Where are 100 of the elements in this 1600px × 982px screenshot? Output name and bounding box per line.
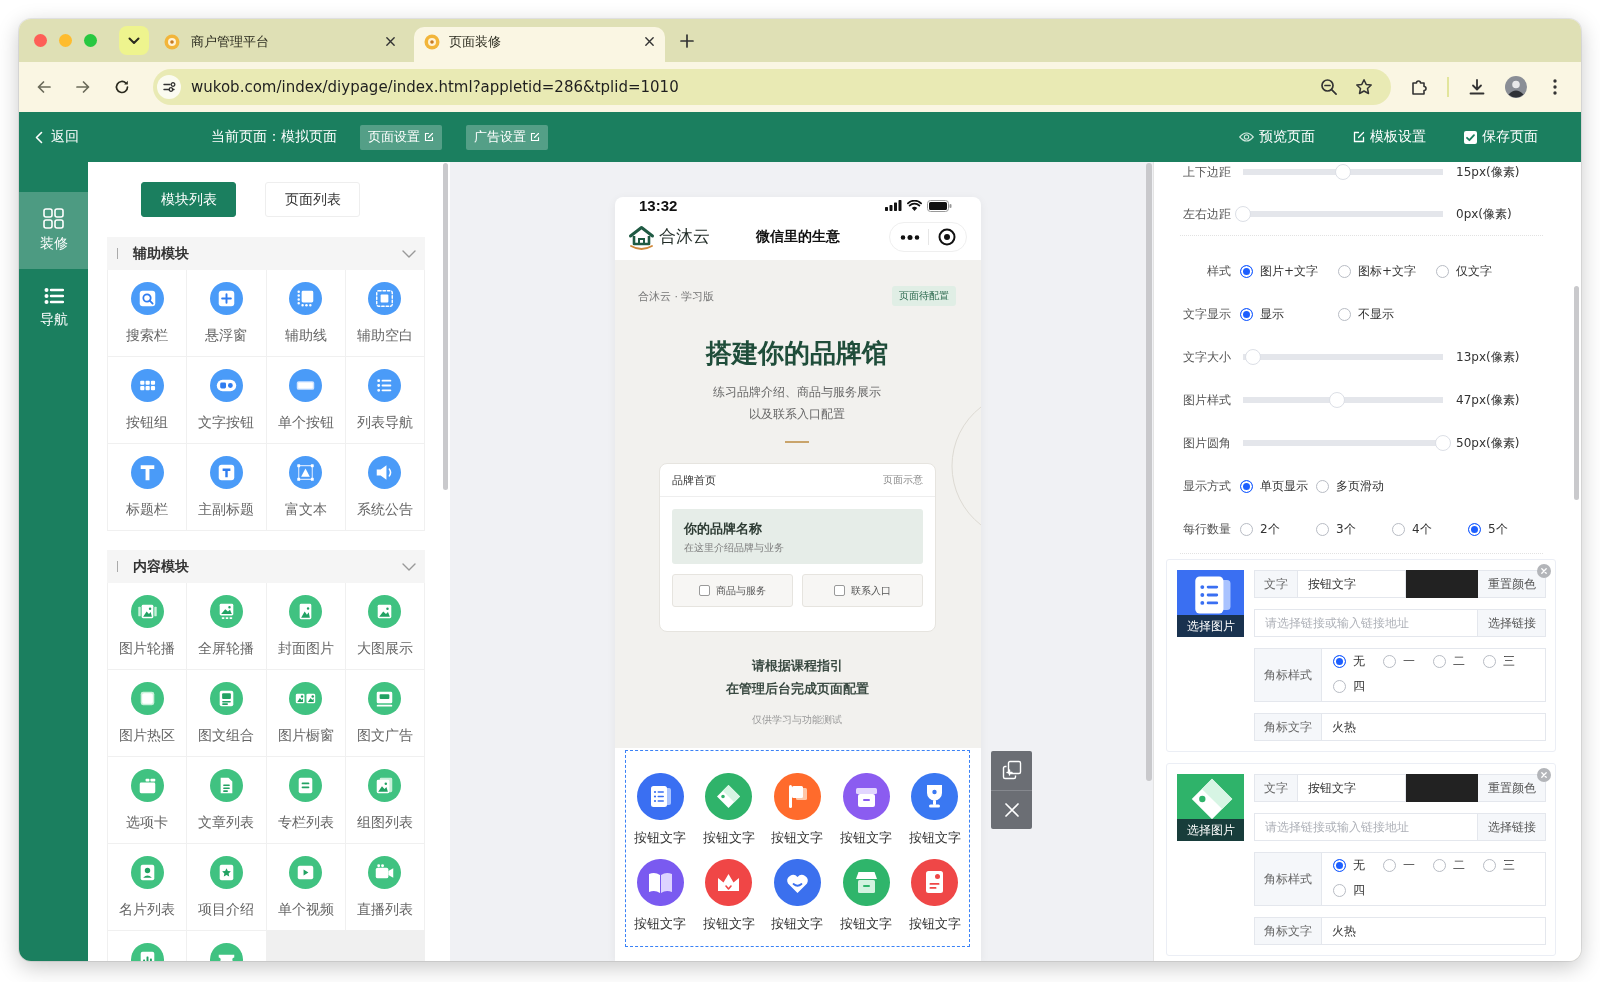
text-input[interactable]: 按钮文字 [1298, 570, 1406, 598]
module-item[interactable]: 全屏轮播 [187, 583, 266, 669]
color-swatch[interactable] [1406, 774, 1478, 802]
radio-button[interactable] [1392, 522, 1405, 536]
tune-icon[interactable] [157, 75, 181, 99]
save-button[interactable]: 保存页面 [1464, 128, 1538, 146]
module-item[interactable]: 大图展示 [345, 583, 424, 669]
radio-button[interactable] [1383, 859, 1396, 872]
close-icon[interactable] [385, 36, 396, 47]
radio-button[interactable] [1468, 522, 1481, 536]
bar-chart-icon[interactable] [130, 943, 164, 961]
radio-button[interactable] [1433, 655, 1446, 668]
radio-label[interactable]: 二 [1453, 653, 1465, 670]
more-vertical-icon[interactable] [1553, 79, 1557, 95]
preview-button[interactable]: 预览页面 [1239, 128, 1315, 146]
radio-button[interactable] [1240, 479, 1253, 493]
color-swatch[interactable] [1406, 570, 1478, 598]
radio-button[interactable] [1333, 655, 1346, 668]
module-item[interactable]: 图文组合 [187, 670, 266, 756]
radio-label[interactable]: 多页滑动 [1336, 477, 1384, 495]
browser-tab[interactable]: 商户管理平台 [157, 27, 406, 62]
module-item[interactable]: 直播列表 [345, 844, 424, 930]
module-item[interactable]: 图文广告 [345, 670, 424, 756]
shortcut-button[interactable]: 按钮文字 [831, 859, 901, 932]
panel-tab[interactable]: 模块列表 [141, 182, 236, 217]
scrollbar[interactable] [1574, 286, 1579, 500]
minimize-window-button[interactable] [59, 34, 72, 47]
radio-button[interactable] [1316, 479, 1329, 493]
reset-color-button[interactable]: 重置颜色 [1478, 570, 1546, 598]
radio-label[interactable]: 5个 [1488, 520, 1508, 538]
shortcut-button[interactable]: 按钮文字 [626, 773, 695, 846]
radio-button[interactable] [1240, 307, 1253, 321]
module-item[interactable]: 文章列表 [187, 757, 266, 843]
avatar-icon[interactable] [1505, 76, 1527, 98]
more-dots-icon[interactable] [900, 234, 921, 240]
radio-label[interactable]: 三 [1503, 857, 1515, 874]
radio-label[interactable]: 显示 [1260, 305, 1284, 323]
chevron-down-icon[interactable] [402, 562, 416, 571]
radio-button[interactable] [1240, 522, 1253, 536]
radio-button[interactable] [1316, 522, 1329, 536]
back-button[interactable]: 返回 [35, 128, 79, 146]
module-item[interactable]: 图片轮播 [108, 583, 187, 669]
entry-button[interactable]: 联系入口 [801, 574, 923, 607]
radio-button[interactable] [1338, 307, 1351, 321]
text-input[interactable]: 按钮文字 [1298, 774, 1406, 802]
radio-label[interactable]: 四 [1353, 882, 1365, 899]
module-item[interactable]: 辅助线 [266, 270, 345, 356]
radio-button[interactable] [1483, 655, 1496, 668]
module-item[interactable]: 悬浮窗 [187, 270, 266, 356]
panel-tab[interactable]: 页面列表 [265, 182, 360, 217]
radio-button[interactable] [1433, 859, 1446, 872]
sidebar-item[interactable]: 导航 [19, 269, 88, 346]
radio-button[interactable] [1240, 264, 1253, 278]
module-item[interactable]: 列表导航 [345, 357, 424, 443]
scrollbar[interactable] [1146, 163, 1152, 781]
radio-label[interactable]: 一 [1403, 653, 1415, 670]
module-item[interactable]: 图片橱窗 [266, 670, 345, 756]
select-link-button[interactable]: 选择链接 [1478, 609, 1546, 637]
module-item[interactable]: 按钮组 [108, 357, 187, 443]
shortcut-button[interactable]: 按钮文字 [694, 773, 764, 846]
puzzle-icon[interactable] [1410, 78, 1428, 96]
slider-thumb[interactable] [1329, 392, 1345, 408]
address-bar[interactable]: wukob.com/index/diypage/index.html?appletid=286&tplid=1010 [153, 69, 1391, 105]
radio-label[interactable]: 无 [1353, 857, 1365, 874]
module-item[interactable]: 富文本 [266, 444, 345, 530]
download-icon[interactable] [1468, 78, 1486, 96]
radio-label[interactable]: 二 [1453, 857, 1465, 874]
radio-button[interactable] [1333, 884, 1346, 897]
module-item[interactable]: 项目介绍 [187, 844, 266, 930]
zoom-out-icon[interactable] [1320, 78, 1338, 96]
module-item[interactable]: 单个视频 [266, 844, 345, 930]
shortcut-button[interactable]: 按钮文字 [763, 859, 832, 932]
radio-button[interactable] [1383, 655, 1396, 668]
module-item[interactable]: 封面图片 [266, 583, 345, 669]
entry-button[interactable]: 商品与服务 [671, 574, 793, 607]
select-image-button[interactable]: 选择图片 [1177, 570, 1244, 637]
slider-thumb[interactable] [1235, 206, 1251, 222]
radio-label[interactable]: 图片+文字 [1260, 262, 1319, 280]
section-header[interactable]: 内容模块 [107, 550, 425, 583]
shortcut-button[interactable]: 按钮文字 [763, 773, 832, 846]
module-item[interactable]: 标题栏 [108, 444, 187, 530]
browser-tab[interactable]: 页面装修 [414, 27, 665, 62]
radio-label[interactable]: 4个 [1412, 520, 1432, 538]
badge-text-input[interactable]: 火热 [1322, 713, 1546, 741]
module-item[interactable]: 组图列表 [345, 757, 424, 843]
remove-button[interactable] [1537, 564, 1551, 578]
reset-color-button[interactable]: 重置颜色 [1478, 774, 1546, 802]
shortcut-button[interactable]: 按钮文字 [900, 773, 969, 846]
select-link-button[interactable]: 选择链接 [1478, 813, 1546, 841]
module-item[interactable]: 系统公告 [345, 444, 424, 530]
ticket-icon[interactable] [209, 943, 243, 961]
scrollbar[interactable] [443, 163, 448, 490]
module-item[interactable]: 选项卡 [108, 757, 187, 843]
remove-button[interactable] [1537, 768, 1551, 782]
plus-icon[interactable] [680, 33, 694, 48]
shortcut-button[interactable]: 按钮文字 [900, 859, 969, 932]
radio-button[interactable] [1338, 264, 1351, 278]
zoom-window-button[interactable] [84, 34, 97, 47]
radio-label[interactable]: 3个 [1336, 520, 1356, 538]
module-item[interactable]: 单个按钮 [266, 357, 345, 443]
